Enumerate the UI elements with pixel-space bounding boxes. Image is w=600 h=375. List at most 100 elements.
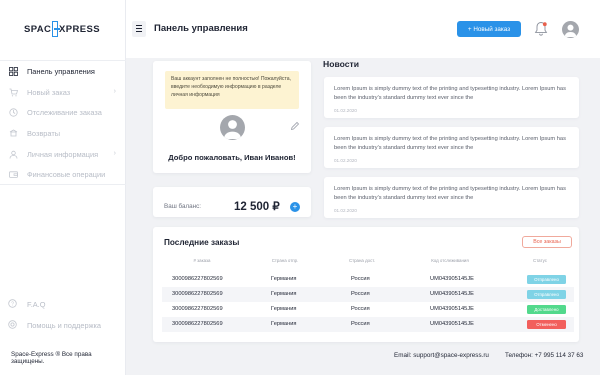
cart-icon [8,87,18,97]
menu-icon-line [136,28,142,30]
logo-mark-icon [52,21,60,37]
country-from: Германия [271,306,297,312]
question-icon: ? [8,299,18,309]
sidebar-item-tracking[interactable]: Отслеживание заказа [0,102,126,123]
avatar-icon [224,120,241,139]
support-link[interactable]: Помощь и поддержка [8,320,101,330]
balance-label: Ваш баланс: [164,203,202,210]
faq-label: F.A.Q [27,299,46,309]
logo-text-right: XPRESS [59,23,100,35]
menu-toggle-button[interactable] [132,21,146,37]
support-label: Помощь и поддержка [27,320,102,330]
news-text: Lorem Ipsum is simply dummy text of the … [334,186,566,201]
column-header-from: Страна отпр. [271,258,299,263]
top-up-balance-button[interactable]: + [290,202,300,212]
table-row[interactable]: 3000986227802569 Германия Россия UM04390… [162,287,574,302]
lifebuoy-icon [8,320,18,330]
news-item[interactable]: Lorem Ipsum is simply dummy text of the … [324,127,579,168]
news-item[interactable]: Lorem Ipsum is simply dummy text of the … [324,177,579,218]
table-row[interactable]: 3000986227802569 Германия Россия UM04390… [162,272,574,287]
tracking-code: UM043905145JE [430,291,474,297]
profile-avatar [220,115,245,140]
news-text: Lorem Ipsum is simply dummy text of the … [334,86,566,101]
sidebar-item-dashboard[interactable]: Панель управления [0,61,126,82]
notifications-button[interactable] [534,20,548,38]
tracking-icon [8,108,18,118]
table-row[interactable]: 3000986227802569 Германия Россия UM04390… [162,317,574,332]
news-title: Новости [323,59,360,69]
copyright: Space-Express ® Все права защищены. [11,351,92,365]
country-from: Германия [271,291,297,297]
sidebar-item-finance[interactable]: Финансовые операции [0,164,126,185]
country-to: Россия [351,321,370,327]
news-item[interactable]: Lorem Ipsum is simply dummy text of the … [324,77,579,118]
sidebar: SPAC XPRESS Панель управления Новый зака… [0,0,126,375]
orders-card: Последние заказы Все заказы # заказа Стр… [153,227,579,342]
status-badge: Доставлено [527,305,566,314]
edit-profile-button[interactable] [290,118,300,131]
menu-icon-line [136,31,142,33]
country-to: Россия [351,306,370,312]
status-badge: Отправлено [527,275,566,284]
welcome-text: Добро пожаловать, Иван Иванов! [168,153,296,162]
all-orders-button[interactable]: Все заказы [522,236,572,248]
tracking-code: UM043905145JE [430,321,474,327]
sidebar-nav: Панель управления Новый заказ › Отслежив… [0,60,126,185]
logo-text-left: SPAC [24,23,52,35]
column-header-order-id: # заказа [193,258,211,263]
svg-text:?: ? [11,301,14,307]
faq-link[interactable]: ? F.A.Q [8,299,45,309]
pencil-icon [290,121,300,131]
sidebar-item-new-order[interactable]: Новый заказ › [0,82,126,103]
new-order-button[interactable]: + Новый заказ [457,21,521,37]
news-date: 01.02.2020 [334,208,357,213]
column-header-status: Статус [533,258,547,263]
balance-card: Ваш баланс: 12 500 ₽ + [153,187,311,217]
country-from: Германия [271,321,297,327]
sidebar-item-returns[interactable]: Возвраты [0,123,126,144]
tracking-code: UM043905145JE [430,306,474,312]
avatar-icon [564,24,577,37]
table-row[interactable]: 3000986227802569 Германия Россия UM04390… [162,302,574,317]
column-header-tracking: Код отслеживания [431,258,469,263]
order-id: 3000986227802569 [172,276,223,282]
news-date: 01.02.2020 [334,108,357,113]
sidebar-item-label: Личная информация [27,149,99,159]
status-badge: Отправлено [527,290,566,299]
menu-icon [136,25,142,27]
wallet-icon [8,170,18,180]
tracking-code: UM043905145JE [430,276,474,282]
chevron-right-icon: › [113,149,116,157]
user-avatar[interactable] [562,21,579,38]
sidebar-item-label: Панель управления [27,66,95,76]
balance-value: 12 500 ₽ [234,201,280,213]
profile-card: Ваш аккаунт заполнен не полностью! Пожал… [153,61,311,173]
logo[interactable]: SPAC XPRESS [24,21,100,37]
order-id: 3000986227802569 [172,306,223,312]
sidebar-item-label: Финансовые операции [27,170,106,180]
top-header: Панель управления + Новый заказ [126,0,600,58]
order-id: 3000986227802569 [172,321,223,327]
divider [0,184,126,185]
country-to: Россия [351,291,370,297]
country-to: Россия [351,276,370,282]
sidebar-item-label: Новый заказ [27,87,71,97]
user-icon [8,149,18,159]
support-phone[interactable]: Телефон: +7 995 114 37 63 [505,352,583,359]
news-text: Lorem Ipsum is simply dummy text of the … [334,136,566,151]
status-badge: Отменено [527,320,566,329]
sidebar-item-label: Отслеживание заказа [27,108,102,118]
notification-dot [542,22,547,27]
chevron-right-icon: › [113,87,116,95]
column-header-to: Страна дост. [348,258,376,263]
profile-warning: Ваш аккаунт заполнен не полностью! Пожал… [165,71,299,109]
dashboard-icon [8,66,18,76]
news-date: 01.02.2020 [334,158,357,163]
orders-title: Последние заказы [164,238,240,247]
sidebar-item-label: Возвраты [27,128,61,138]
sidebar-item-personal-info[interactable]: Личная информация › [0,144,126,165]
country-from: Германия [271,276,297,282]
bell-icon [534,22,548,36]
support-email[interactable]: Email: support@space-express.ru [394,352,489,359]
return-icon [8,128,18,138]
